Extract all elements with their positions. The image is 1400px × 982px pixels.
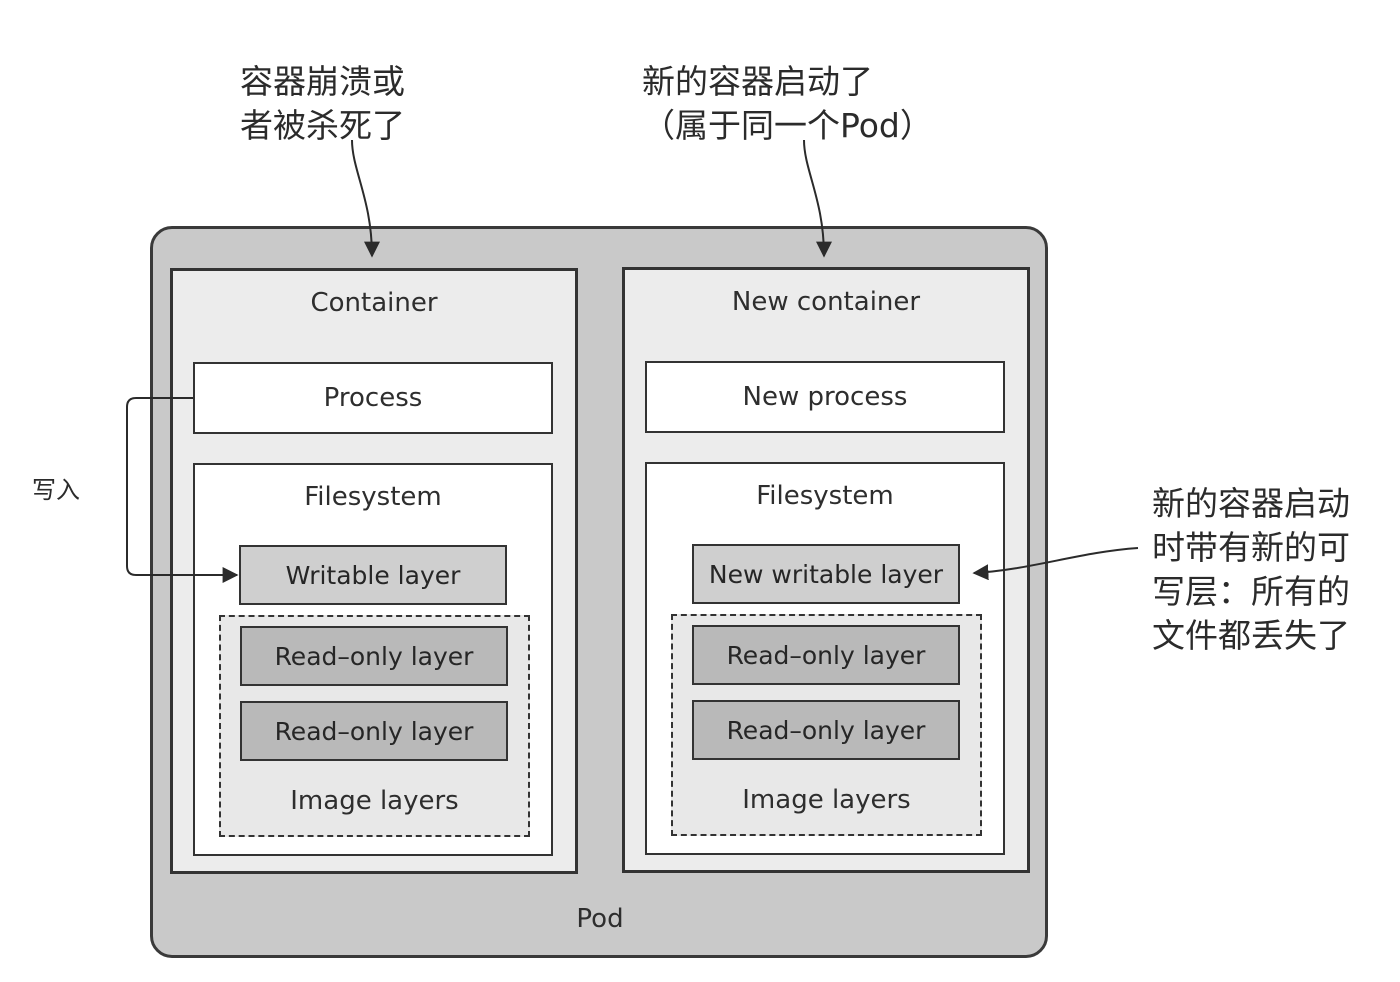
new-container-title: New container xyxy=(731,287,921,317)
crash-annotation: 容器崩溃或 者被杀死了 xyxy=(240,62,405,145)
new-read-only-layer-label: Read–only layer xyxy=(726,640,926,670)
pod-label: Pod xyxy=(576,904,624,934)
filesystem-title: Filesystem xyxy=(304,482,442,512)
new-writable-layer: New writable layer xyxy=(692,544,960,604)
read-only-layer: Read–only layer xyxy=(240,701,508,761)
process-label: Process xyxy=(323,383,423,413)
process-box: Process xyxy=(193,362,553,434)
new-image-layers-title: Image layers xyxy=(742,785,911,815)
new-process-box: New process xyxy=(645,361,1005,433)
new-read-only-layer: Read–only layer xyxy=(692,700,960,760)
read-only-layer-label: Read–only layer xyxy=(274,716,474,746)
write-label: 写入 xyxy=(32,476,80,504)
new-writable-layer-annotation: 新的容器启动 时带有新的可 写层：所有的 文件都丢失了 xyxy=(1152,484,1350,655)
new-read-only-layer-label: Read–only layer xyxy=(726,715,926,745)
writable-layer-label: Writable layer xyxy=(285,560,461,590)
writable-layer: Writable layer xyxy=(239,545,507,605)
read-only-layer: Read–only layer xyxy=(240,626,508,686)
new-writable-layer-label: New writable layer xyxy=(708,559,944,589)
image-layers-title: Image layers xyxy=(290,786,459,816)
new-read-only-layer: Read–only layer xyxy=(692,625,960,685)
new-process-label: New process xyxy=(742,382,908,412)
new-container-annotation: 新的容器启动了 （属于同一个Pod） xyxy=(642,62,933,145)
read-only-layer-label: Read–only layer xyxy=(274,641,474,671)
container-title: Container xyxy=(310,288,438,318)
new-filesystem-title: Filesystem xyxy=(756,481,894,511)
